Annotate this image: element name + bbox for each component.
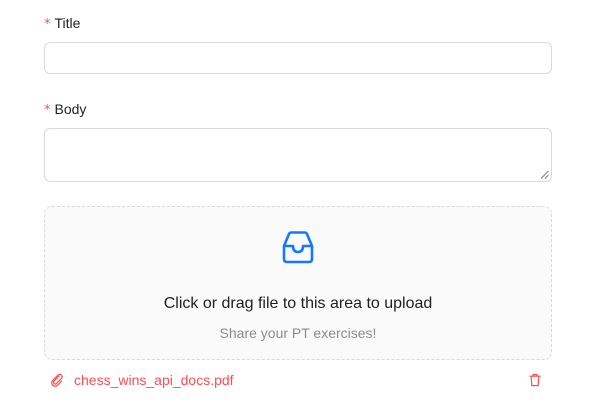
required-mark: * [44, 103, 51, 118]
inbox-icon [282, 231, 314, 264]
body-textarea[interactable] [44, 128, 552, 182]
trash-icon[interactable] [528, 373, 542, 387]
title-input[interactable] [44, 42, 552, 74]
upload-list-item[interactable]: chess_wins_api_docs.pdf [44, 369, 552, 391]
body-label-row: * Body [44, 98, 86, 122]
paperclip-icon [51, 373, 63, 387]
upload-text: Click or drag file to this area to uploa… [163, 295, 433, 312]
upload-dropzone[interactable]: Click or drag file to this area to uploa… [44, 206, 552, 360]
upload-hint: Share your PT exercises! [219, 325, 377, 341]
title-label-row: * Title [44, 12, 80, 36]
resize-handle-icon[interactable] [540, 170, 549, 179]
file-name[interactable]: chess_wins_api_docs.pdf [74, 369, 528, 391]
title-label: Title [54, 15, 81, 31]
required-mark: * [44, 17, 51, 32]
body-label: Body [54, 101, 87, 117]
